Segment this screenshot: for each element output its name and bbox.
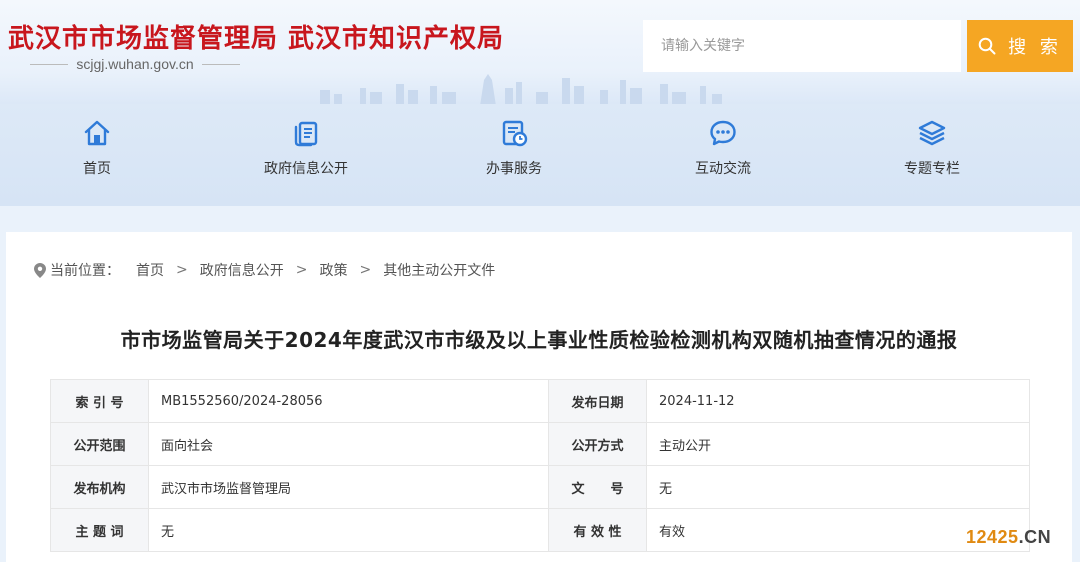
- meta-key: 索 引 号: [50, 379, 149, 423]
- breadcrumb-separator: >: [176, 262, 188, 278]
- nav-label-interaction: 互动交流: [695, 161, 751, 177]
- meta-key: 文 号: [548, 465, 647, 509]
- site-title[interactable]: 武汉市市场监督管理局 武汉市知识产权局: [8, 18, 504, 55]
- nav-item-services[interactable]: 办事服务: [444, 118, 584, 188]
- home-icon: [84, 120, 110, 146]
- service-icon: [502, 120, 528, 147]
- domain-line-left: [30, 63, 69, 65]
- chat-icon: [710, 120, 736, 146]
- nav-label-home: 首页: [83, 161, 111, 177]
- breadcrumb: 当前位置： 首页 > 政府信息公开 > 政策 > 其他主动公开文件: [34, 260, 495, 280]
- table-row: 索 引 号 MB1552560/2024-28056 发布日期 2024-11-…: [50, 379, 1030, 423]
- domain-line-right: [201, 63, 240, 65]
- meta-value: 2024-11-12: [646, 379, 1030, 423]
- table-row: 发布机构 武汉市市场监督管理局 文 号 无: [50, 465, 1030, 509]
- meta-value: 无: [148, 508, 549, 552]
- meta-key: 有 效 性: [548, 508, 647, 552]
- search-icon: [978, 37, 996, 55]
- meta-value: 武汉市市场监督管理局: [148, 465, 549, 509]
- article-metadata-table: 索 引 号 MB1552560/2024-28056 发布日期 2024-11-…: [50, 379, 1030, 552]
- nav-label-topics: 专题专栏: [904, 161, 960, 177]
- search-button-label: 搜 索: [1008, 37, 1062, 58]
- watermark-number: 12425: [966, 527, 1019, 547]
- meta-value: 无: [646, 465, 1030, 509]
- nav-item-gov-info[interactable]: 政府信息公开: [236, 118, 376, 188]
- breadcrumb-policy[interactable]: 政策: [319, 260, 347, 280]
- main-nav: 首页 政府信息公开 办事服务 互动交流 专题专栏: [0, 104, 1080, 206]
- search-input[interactable]: [643, 20, 961, 72]
- meta-key: 发布日期: [548, 379, 647, 423]
- table-row: 公开范围 面向社会 公开方式 主动公开: [50, 422, 1030, 466]
- breadcrumb-separator: >: [359, 262, 372, 278]
- nav-label-gov-info: 政府信息公开: [264, 161, 348, 177]
- meta-key: 公开范围: [50, 422, 149, 466]
- meta-value: 面向社会: [148, 422, 549, 466]
- breadcrumb-separator: >: [295, 262, 308, 278]
- site-domain: scjgj.wuhan.gov.cn: [30, 56, 240, 72]
- nav-item-interaction[interactable]: 互动交流: [653, 118, 793, 188]
- meta-key: 主 题 词: [50, 508, 149, 552]
- meta-value: MB1552560/2024-28056: [148, 379, 549, 423]
- nav-item-home[interactable]: 首页: [27, 118, 167, 188]
- breadcrumb-gov-info[interactable]: 政府信息公开: [200, 260, 284, 280]
- location-pin-icon: [34, 262, 46, 278]
- article-card: 当前位置： 首页 > 政府信息公开 > 政策 > 其他主动公开文件 市市场监管局…: [6, 232, 1072, 562]
- document-icon: [294, 121, 318, 147]
- meta-key: 公开方式: [548, 422, 647, 466]
- domain-text: scjgj.wuhan.gov.cn: [76, 56, 194, 72]
- meta-value: 主动公开: [646, 422, 1030, 466]
- watermark: 12425.CN: [966, 527, 1051, 548]
- meta-key: 发布机构: [50, 465, 149, 509]
- breadcrumb-prefix: 当前位置：: [50, 263, 120, 279]
- site-header: 武汉市市场监督管理局 武汉市知识产权局 scjgj.wuhan.gov.cn 搜…: [0, 0, 1080, 104]
- breadcrumb-other-files[interactable]: 其他主动公开文件: [383, 260, 495, 280]
- layers-icon: [918, 120, 946, 146]
- breadcrumb-home[interactable]: 首页: [136, 260, 164, 280]
- nav-label-services: 办事服务: [486, 161, 542, 177]
- article-title: 市市场监管局关于2024年度武汉市市级及以上事业性质检验检测机构双随机抽查情况的…: [120, 328, 958, 352]
- table-row: 主 题 词 无 有 效 性 有效: [50, 508, 1030, 552]
- nav-item-topics[interactable]: 专题专栏: [862, 118, 1002, 188]
- watermark-tld: CN: [1024, 527, 1052, 547]
- search-button[interactable]: 搜 索: [967, 20, 1073, 72]
